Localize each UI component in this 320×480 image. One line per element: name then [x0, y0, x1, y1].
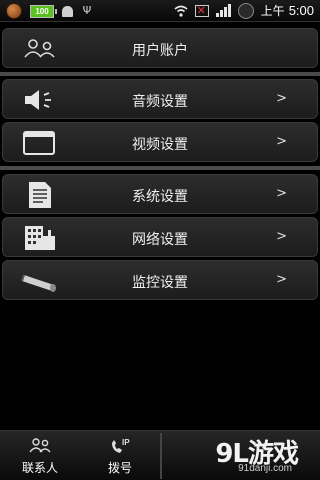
battery-level: 100: [35, 6, 49, 16]
wifi-icon: [174, 5, 188, 17]
tab-label: 拨号: [107, 461, 132, 475]
tab-contacts[interactable]: 联系人: [0, 431, 80, 480]
menu-label: 用户账户: [132, 43, 188, 59]
clock-icon: [237, 2, 254, 19]
menu-label: 音频设置: [132, 94, 188, 110]
status-time: 5:00: [288, 3, 314, 18]
chevron-right-icon: >: [276, 229, 287, 244]
bottom-tab-bar: 联系人 IP 拨号 9L游戏 91danji.com: [0, 430, 320, 480]
contacts-icon: [29, 438, 51, 453]
menu-item-audio-settings[interactable]: 音频设置 >: [2, 79, 318, 119]
android-debug-icon: [62, 5, 73, 17]
menu-label: 视频设置: [132, 137, 188, 153]
tab-label: 联系人: [21, 461, 58, 475]
chevron-right-icon: >: [276, 186, 287, 201]
section-divider: [0, 72, 320, 76]
watermark: 9L游戏 91danji.com: [202, 433, 312, 479]
status-left: 100 Ψ: [6, 3, 93, 19]
no-sim-icon: [194, 4, 209, 17]
basketball-app-icon: [6, 3, 22, 19]
ip-dial-icon: IP: [112, 438, 130, 453]
menu-label: 监控设置: [132, 275, 188, 291]
usb-icon: Ψ: [82, 4, 92, 17]
battery-icon: 100: [30, 4, 57, 18]
status-bar: 100 Ψ 上午 5:00: [0, 0, 320, 22]
menu-item-user-account[interactable]: 用户账户: [2, 28, 318, 68]
watermark-url: 91danji.com: [238, 463, 292, 474]
menu-item-video-settings[interactable]: 视频设置 >: [2, 122, 318, 162]
chevron-right-icon: >: [276, 91, 287, 106]
menu-label: 系统设置: [132, 189, 188, 205]
tab-dial[interactable]: IP 拨号: [80, 431, 160, 480]
chevron-right-icon: >: [276, 134, 287, 149]
status-right: 上午 5:00: [174, 2, 314, 19]
chevron-right-icon: >: [276, 272, 287, 287]
menu-item-system-settings[interactable]: 系统设置 >: [2, 174, 318, 214]
section-divider: [0, 166, 320, 170]
menu-item-network-settings[interactable]: 网络设置 >: [2, 217, 318, 257]
menu-label: 网络设置: [132, 232, 188, 248]
signal-icon: [215, 4, 231, 17]
time-prefix: 上午: [260, 4, 285, 18]
tab-separator: [160, 433, 162, 479]
menu-item-monitor-settings[interactable]: 监控设置 >: [2, 260, 318, 300]
svg-text:IP: IP: [122, 438, 130, 447]
